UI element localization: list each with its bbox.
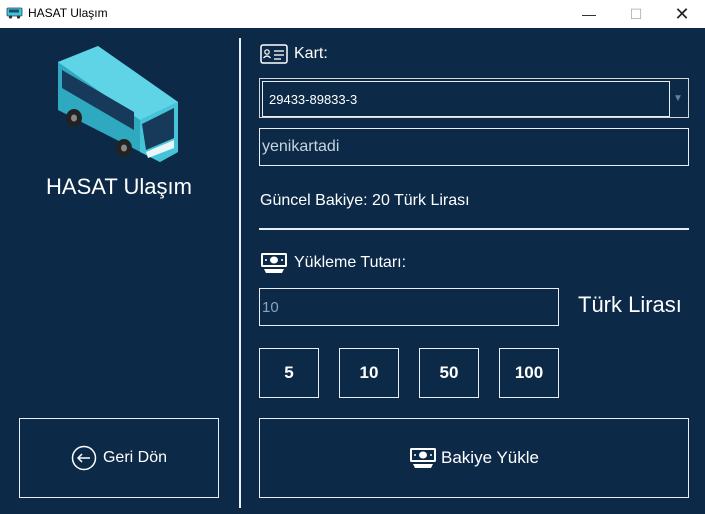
close-button[interactable]: ✕ [659,0,705,28]
amount-input[interactable]: 10 [259,288,559,326]
title-bar: HASAT Ulaşım — ☐ ✕ [0,0,705,28]
card-label: Kart: [294,45,328,62]
banknote-icon [261,253,287,273]
card-select-value: 29433-89833-3 [262,81,670,117]
back-button-label: Geri Dön [102,449,168,466]
quick-amount-5-button[interactable]: 5 [259,348,319,398]
card-select[interactable]: 29433-89833-3 ▼ [259,78,689,118]
vertical-divider [239,38,241,508]
maximize-button[interactable]: ☐ [613,0,659,28]
id-card-icon [260,44,288,64]
currency-label: Türk Lirası [578,292,682,317]
brand-name: HASAT Ulaşım [46,174,192,199]
load-balance-button[interactable]: Bakiye Yükle [259,418,689,498]
quick-amount-50-button[interactable]: 50 [419,348,479,398]
minimize-button[interactable]: — [566,0,612,28]
arrow-left-circle-icon [71,445,97,471]
quick-amount-10-button[interactable]: 10 [339,348,399,398]
bus-icon [58,46,178,162]
card-name-input[interactable]: yenikartadi [259,128,689,166]
main-panel: HASAT Ulaşım Geri Dön Kart: 29433-89833-… [0,28,705,514]
banknote-icon [410,448,437,468]
back-button[interactable]: Geri Dön [19,418,219,498]
chevron-down-icon[interactable]: ▼ [668,79,688,117]
amount-label-row: Yükleme Tutarı: [260,252,406,274]
load-balance-label: Bakiye Yükle [441,448,539,467]
bus-app-icon [6,7,23,19]
horizontal-divider [259,228,689,230]
card-label-row: Kart: [260,44,328,64]
amount-label: Yükleme Tutarı: [294,254,407,271]
window-title: HASAT Ulaşım [28,6,108,20]
quick-amount-100-button[interactable]: 100 [499,348,559,398]
current-balance: Güncel Bakiye: 20 Türk Lirası [260,192,470,209]
